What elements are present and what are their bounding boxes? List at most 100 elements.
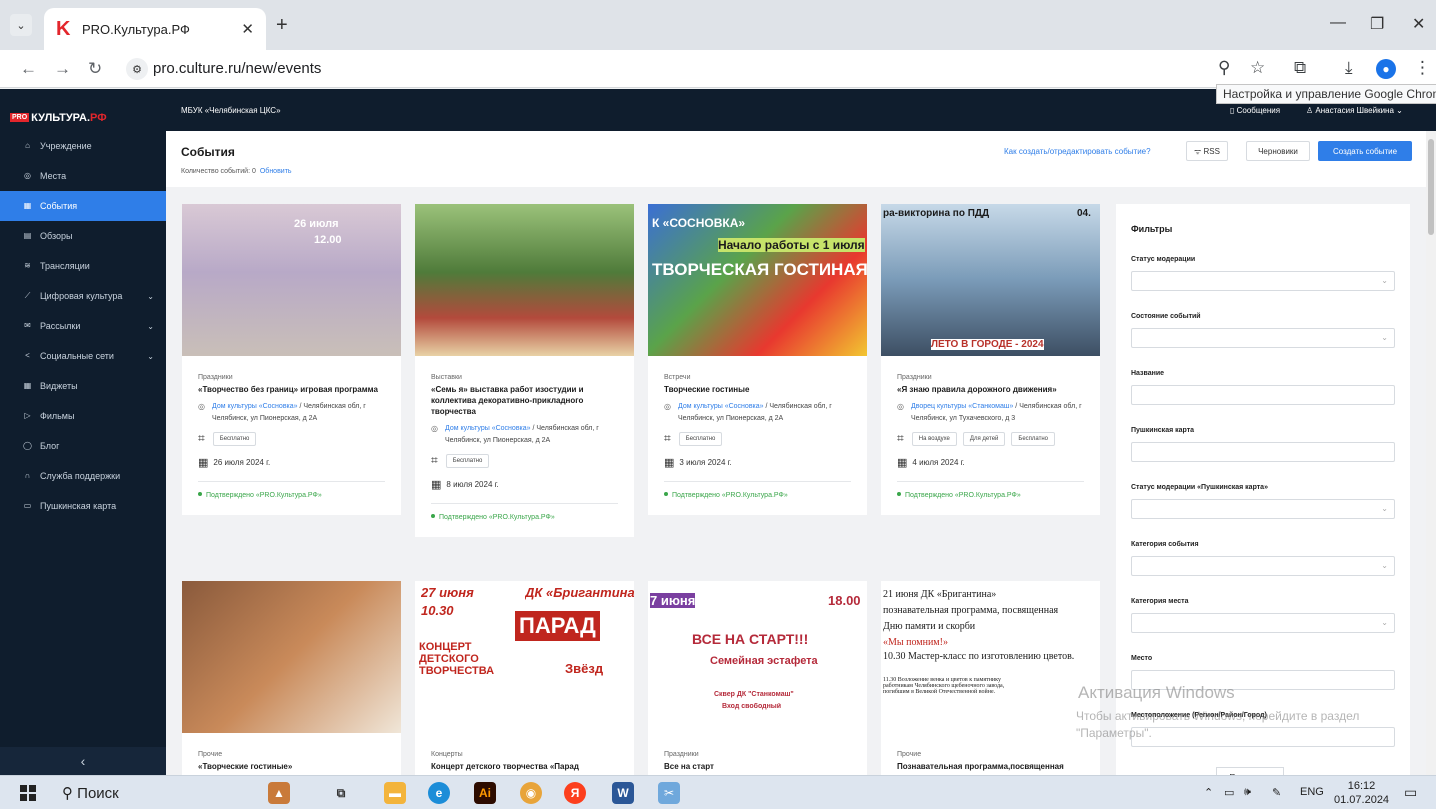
- sidebar-item[interactable]: ⟋ Цифровая культура ⌄: [0, 281, 166, 311]
- sidebar-item[interactable]: ✉ Рассылки ⌄: [0, 311, 166, 341]
- event-image[interactable]: 21 июня ДК «Бригантина» познавательная пр…: [881, 581, 1100, 733]
- pen-icon[interactable]: ✎: [1272, 786, 1281, 799]
- site-info-icon[interactable]: ⚙: [126, 58, 148, 80]
- sidebar-item[interactable]: ▤ Обзоры: [0, 221, 166, 251]
- landscape-app-icon[interactable]: ▲: [268, 782, 290, 804]
- tray-expand-icon[interactable]: ⌃: [1204, 786, 1213, 799]
- site-logo[interactable]: PRO КУЛЬТУРА.РФ: [10, 112, 107, 124]
- language-indicator[interactable]: ENG: [1300, 786, 1324, 798]
- yandex-browser-icon[interactable]: Я: [564, 782, 586, 804]
- event-card[interactable]: 27 июня ДК «Бригантина» 10.30 КОНЦЕРТ ДЕТСК…: [415, 581, 634, 775]
- event-image[interactable]: 7 июня 18.00 ВСЕ НА СТАРТ!!! Семейная эстаф…: [648, 581, 867, 733]
- venue-link[interactable]: Дворец культуры «Станкомаш»: [911, 403, 1013, 410]
- restore-icon[interactable]: ❐: [1370, 14, 1384, 34]
- event-image[interactable]: 26 июля 12.00: [182, 204, 401, 356]
- filter-select[interactable]: ⌄: [1131, 499, 1395, 519]
- messages-link[interactable]: ▯ Сообщения: [1230, 106, 1280, 115]
- sidebar-item[interactable]: ▷ Фильмы: [0, 401, 166, 431]
- volume-icon[interactable]: 🕪: [1244, 786, 1251, 799]
- event-card[interactable]: 21 июня ДК «Бригантина» познавательная пр…: [881, 581, 1100, 775]
- venue-link[interactable]: Дом культуры «Сосновка»: [445, 425, 531, 432]
- scroll-thumb[interactable]: [1428, 139, 1434, 235]
- close-tab-icon[interactable]: ✕: [241, 20, 254, 38]
- sidebar-item[interactable]: ∩ Служба поддержки: [0, 461, 166, 491]
- new-tab-icon[interactable]: +: [276, 14, 288, 37]
- tab-search-icon[interactable]: ⌄: [10, 14, 32, 36]
- filter-select[interactable]: ⌄: [1131, 271, 1395, 291]
- event-title[interactable]: «Семь я» выставка работ изостудии и колл…: [431, 384, 618, 417]
- event-title[interactable]: «Творчество без границ» игровая программ…: [198, 384, 385, 395]
- sidebar-item[interactable]: ▦ Виджеты: [0, 371, 166, 401]
- sidebar-item[interactable]: ≋ Трансляции: [0, 251, 166, 281]
- event-card[interactable]: ра-викторина по ПДД 04. ЛЕТО В ГОРОДЕ - 20…: [881, 204, 1100, 515]
- event-image[interactable]: [182, 581, 401, 733]
- chevron-down-icon: ⌄: [1381, 618, 1388, 627]
- close-window-icon[interactable]: ✕: [1412, 14, 1425, 34]
- event-title[interactable]: «Я знаю правила дорожного движения»: [897, 384, 1084, 395]
- venue-link[interactable]: Дом культуры «Сосновка»: [212, 403, 298, 410]
- illustrator-icon[interactable]: Ai: [474, 782, 496, 804]
- file-explorer-icon[interactable]: ▬: [384, 782, 406, 804]
- page-scrollbar[interactable]: [1426, 131, 1436, 775]
- filter-select[interactable]: ⌄: [1131, 328, 1395, 348]
- notifications-icon[interactable]: ▭: [1404, 784, 1417, 801]
- filter-select[interactable]: ⌄: [1131, 613, 1395, 633]
- venue-link[interactable]: Дом культуры «Сосновка»: [678, 403, 764, 410]
- clock[interactable]: 16:12 01.07.2024: [1334, 779, 1389, 807]
- task-view-icon[interactable]: ⧉: [330, 782, 352, 804]
- zoom-icon[interactable]: ⚲: [1218, 58, 1230, 78]
- event-card[interactable]: К «СОСНОВКА» Начало работы с 1 июля ТВОРЧЕ…: [648, 204, 867, 515]
- apply-filters-button[interactable]: Применить: [1216, 767, 1284, 775]
- create-event-button[interactable]: Создать событие: [1318, 141, 1412, 161]
- event-card[interactable]: 7 июня 18.00 ВСЕ НА СТАРТ!!! Семейная эстаф…: [648, 581, 867, 775]
- filter-input[interactable]: [1131, 385, 1395, 405]
- browser-tab[interactable]: K PRO.Культура.РФ ✕: [44, 8, 266, 50]
- windows-start-icon[interactable]: [20, 785, 36, 801]
- snipping-tool-icon[interactable]: ✂: [658, 782, 680, 804]
- reload-icon[interactable]: ↻: [88, 59, 102, 79]
- download-icon[interactable]: ⤓: [1345, 58, 1353, 78]
- event-card[interactable]: Прочие «Творческие гостиные»: [182, 581, 401, 775]
- url-input[interactable]: pro.culture.ru/new/events: [153, 60, 321, 77]
- drafts-button[interactable]: Черновики: [1246, 141, 1310, 161]
- sidebar-item[interactable]: ⌂ Учреждение: [0, 131, 166, 161]
- profile-avatar-icon[interactable]: ●: [1376, 59, 1396, 79]
- extensions-icon[interactable]: ⧉: [1294, 58, 1306, 78]
- sidebar-item[interactable]: ◎ Места: [0, 161, 166, 191]
- event-card[interactable]: 26 июля 12.00 Праздники «Творчество без гра…: [182, 204, 401, 515]
- sidebar-item[interactable]: ◯ Блог: [0, 431, 166, 461]
- user-menu[interactable]: ♙ Анастасия Швейкина ⌄: [1306, 106, 1403, 115]
- event-title[interactable]: «Творческие гостиные»: [198, 761, 385, 772]
- chrome-icon[interactable]: ◉: [520, 782, 542, 804]
- sidebar-item[interactable]: < Социальные сети ⌄: [0, 341, 166, 371]
- sidebar-collapse-button[interactable]: ‹: [0, 747, 166, 775]
- forward-icon[interactable]: →: [54, 59, 71, 79]
- organization-name[interactable]: МБУК «Челябинская ЦКС»: [181, 106, 281, 115]
- sidebar-item[interactable]: ▦ События: [0, 191, 166, 221]
- bookmark-star-icon[interactable]: ☆: [1250, 58, 1265, 78]
- edge-browser-icon[interactable]: e: [428, 782, 450, 804]
- moderation-status-text: Подтверждено «PRO.Культура.РФ»: [672, 492, 788, 499]
- event-image[interactable]: ра-викторина по ПДД 04. ЛЕТО В ГОРОДЕ - 20…: [881, 204, 1100, 356]
- filter-select[interactable]: ⌄: [1131, 556, 1395, 576]
- howto-link[interactable]: Как создать/отредактировать событие?: [1004, 147, 1151, 156]
- minimize-icon[interactable]: —: [1330, 14, 1346, 32]
- event-title[interactable]: Творческие гостиные: [664, 384, 851, 395]
- event-tags: ⌗ Бесплатно: [664, 431, 851, 446]
- rss-button[interactable]: ᯤ RSS: [1186, 141, 1228, 161]
- filter-input[interactable]: [1131, 442, 1395, 462]
- network-icon[interactable]: ▭: [1224, 786, 1234, 799]
- event-title[interactable]: Познавательная программа,посвященная: [897, 761, 1084, 772]
- event-image[interactable]: К «СОСНОВКА» Начало работы с 1 июля ТВОРЧЕ…: [648, 204, 867, 356]
- event-title[interactable]: Все на старт: [664, 761, 851, 772]
- word-icon[interactable]: W: [612, 782, 634, 804]
- event-title[interactable]: Концерт детского творчества «Парад: [431, 761, 618, 772]
- back-icon[interactable]: ←: [20, 59, 37, 79]
- sidebar-item[interactable]: ▭ Пушкинская карта: [0, 491, 166, 521]
- event-image[interactable]: 27 июня ДК «Бригантина» 10.30 КОНЦЕРТ ДЕТСК…: [415, 581, 634, 733]
- chrome-menu-icon[interactable]: ⋮: [1414, 58, 1431, 78]
- event-card[interactable]: Выставки «Семь я» выставка работ изостуди…: [415, 204, 634, 537]
- event-image[interactable]: [415, 204, 634, 356]
- refresh-link[interactable]: Обновить: [260, 168, 292, 175]
- taskbar-search[interactable]: ⚲ Поиск: [62, 784, 119, 802]
